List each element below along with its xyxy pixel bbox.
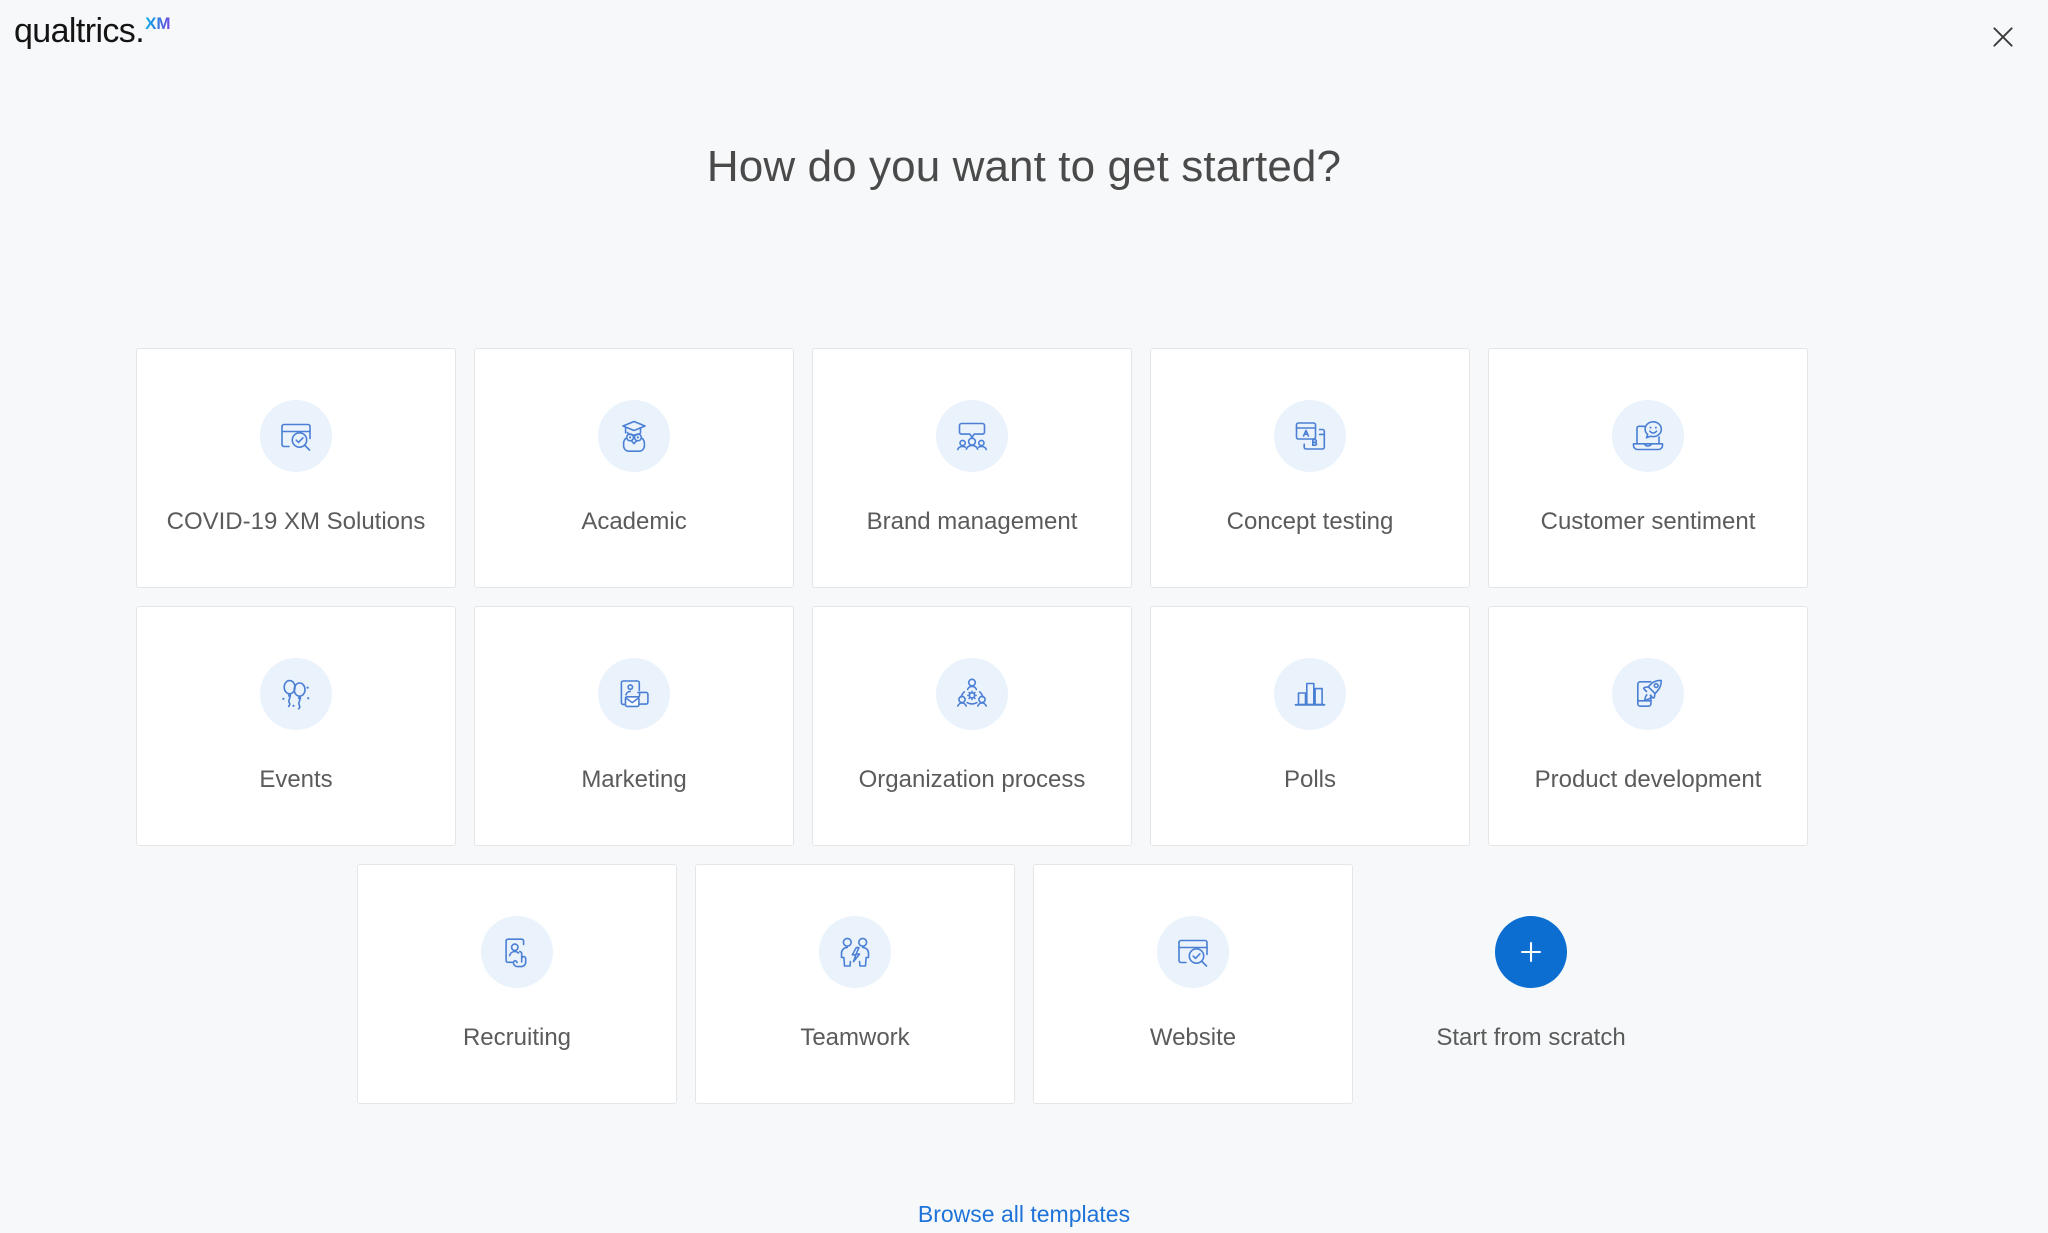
template-card-concept-testing[interactable]: Concept testing xyxy=(1150,348,1470,588)
logo-xm-superscript: XM xyxy=(145,15,171,32)
template-card-label: COVID-19 XM Solutions xyxy=(161,508,432,537)
plus-icon xyxy=(1495,916,1567,988)
template-card-label: Organization process xyxy=(853,766,1092,795)
close-button[interactable] xyxy=(1980,14,2026,60)
template-card-customer-sentiment[interactable]: Customer sentiment xyxy=(1488,348,1808,588)
template-card-label: Product development xyxy=(1529,766,1768,795)
template-card-brand-management[interactable]: Brand management xyxy=(812,348,1132,588)
browser-search-check-icon xyxy=(260,400,332,472)
start-from-scratch-button[interactable]: Start from scratch xyxy=(1371,864,1691,1104)
template-row-2: Events Marketing xyxy=(136,606,1912,846)
template-card-product-development[interactable]: Product development xyxy=(1488,606,1808,846)
laptop-smiley-bubble-icon xyxy=(1612,400,1684,472)
template-card-polls[interactable]: Polls xyxy=(1150,606,1470,846)
close-icon xyxy=(1990,24,2016,50)
template-card-covid-19-xm-solutions[interactable]: COVID-19 XM Solutions xyxy=(136,348,456,588)
people-gear-icon xyxy=(936,658,1008,730)
phone-rocket-icon xyxy=(1612,658,1684,730)
balloons-confetti-icon xyxy=(260,658,332,730)
template-card-label: Concept testing xyxy=(1221,508,1400,537)
template-card-website[interactable]: Website xyxy=(1033,864,1353,1104)
template-row-3: Recruiting Teamwork xyxy=(136,864,1912,1104)
template-card-label: Website xyxy=(1144,1024,1242,1053)
template-card-label: Events xyxy=(253,766,338,795)
bar-chart-icon xyxy=(1274,658,1346,730)
template-card-label: Teamwork xyxy=(794,1024,915,1053)
template-card-events[interactable]: Events xyxy=(136,606,456,846)
template-card-organization-process[interactable]: Organization process xyxy=(812,606,1132,846)
page-title: How do you want to get started? xyxy=(0,142,2048,192)
modal-header: qualtrics. XM xyxy=(0,0,2048,78)
start-from-scratch-label: Start from scratch xyxy=(1436,1024,1625,1052)
template-card-label: Polls xyxy=(1278,766,1342,795)
logo-wordmark: qualtrics. xyxy=(14,14,144,48)
template-card-label: Brand management xyxy=(861,508,1084,537)
browser-search-check-icon xyxy=(1157,916,1229,988)
footer: Browse all templates xyxy=(0,1201,2048,1228)
template-grid: COVID-19 XM Solutions Academic xyxy=(136,348,1912,1122)
template-card-teamwork[interactable]: Teamwork xyxy=(695,864,1015,1104)
template-card-label: Recruiting xyxy=(457,1024,577,1053)
browse-all-templates-link[interactable]: Browse all templates xyxy=(918,1201,1130,1227)
ab-test-windows-icon xyxy=(1274,400,1346,472)
template-row-1: COVID-19 XM Solutions Academic xyxy=(136,348,1912,588)
owl-graduation-cap-icon xyxy=(598,400,670,472)
template-card-academic[interactable]: Academic xyxy=(474,348,794,588)
template-card-marketing[interactable]: Marketing xyxy=(474,606,794,846)
profile-card-hand-icon xyxy=(481,916,553,988)
speech-bubble-people-icon xyxy=(936,400,1008,472)
two-people-bolt-icon xyxy=(819,916,891,988)
template-card-label: Marketing xyxy=(575,766,692,795)
template-card-recruiting[interactable]: Recruiting xyxy=(357,864,677,1104)
qualtrics-logo: qualtrics. XM xyxy=(14,14,171,48)
template-card-label: Academic xyxy=(575,508,692,537)
template-card-label: Customer sentiment xyxy=(1535,508,1762,537)
document-envelope-icon xyxy=(598,658,670,730)
